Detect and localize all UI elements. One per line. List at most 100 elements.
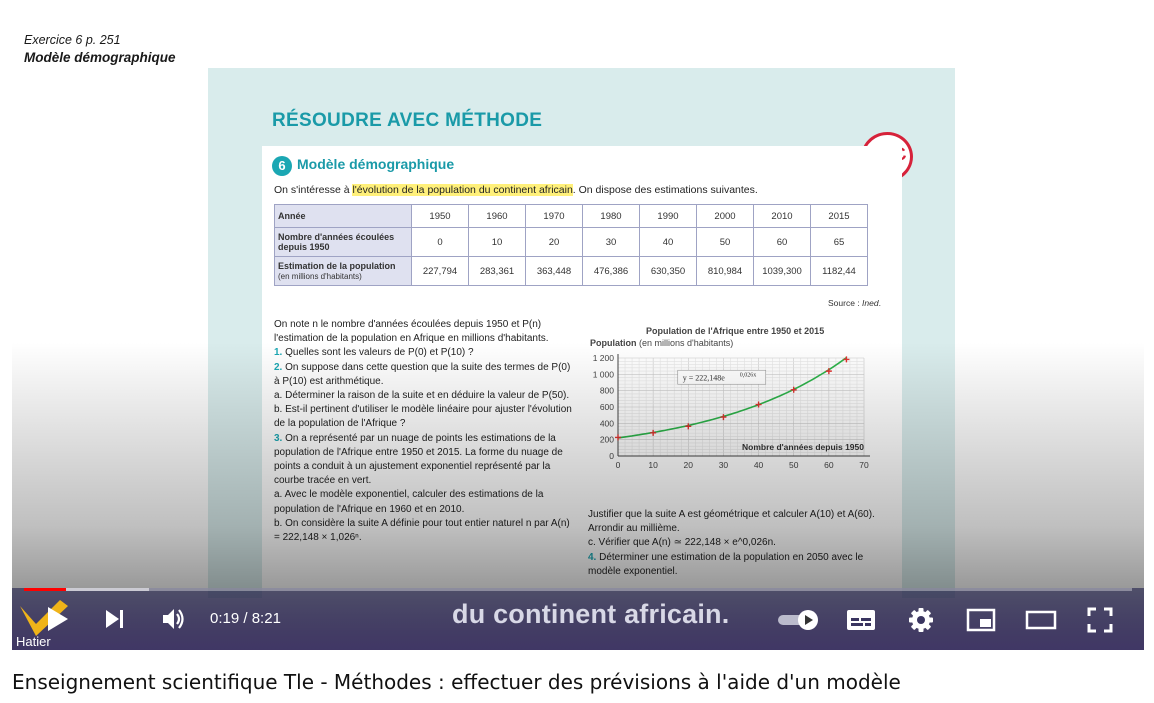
exercise-content: 6 Modèle démographique On s'intéresse à … <box>262 146 902 598</box>
table-cell: 10 <box>468 227 526 257</box>
statement: On note n le nombre d'années écoulées de… <box>274 319 549 345</box>
played-bar <box>24 588 67 591</box>
table-cell: 1950 <box>411 204 469 228</box>
question-4: 4. Déterminer une estimation de la popul… <box>588 551 864 577</box>
table-cell: 363,448 <box>525 256 583 286</box>
questions-right: Justifier que la suite A est géométrique… <box>588 508 888 579</box>
table-cell: 283,361 <box>468 256 526 286</box>
next-icon <box>106 610 123 628</box>
question-3a: a. Avec le modèle exponentiel, calculer … <box>274 489 544 515</box>
table-cell: 1960 <box>468 204 526 228</box>
chart-svg: 0 10 20 30 40 50 60 70 0 200 400 600 800 1 000 1 200 No… <box>593 353 870 470</box>
data-table: Année 1950 1960 1970 1980 1990 2000 2010… <box>274 204 868 286</box>
volume-icon <box>163 609 184 629</box>
questions-left: On note n le nombre d'années écoulées de… <box>274 318 572 545</box>
population-chart: Population de l'Afrique entre 1950 et 20… <box>586 326 886 486</box>
highlighted-text: l'évolution de la population du continen… <box>352 184 573 196</box>
table-cell: 30 <box>582 227 640 257</box>
table-cell: 1970 <box>525 204 583 228</box>
exercise-name: Modèle démographique <box>24 50 176 65</box>
row-header: Estimation de la population (en millions … <box>274 256 412 286</box>
x-tick-label: 10 <box>648 460 658 470</box>
x-tick-label: 60 <box>824 460 834 470</box>
intro-text: On s'intéresse à l'évolution de la popul… <box>274 184 758 196</box>
y-tick-label: 0 <box>609 451 614 461</box>
x-axis-label: Nombre d'années depuis 1950 <box>742 442 864 452</box>
data-point <box>755 401 762 408</box>
table-cell: 1039,300 <box>753 256 811 286</box>
table-row: Estimation de la population (en millions … <box>274 256 868 286</box>
progress-bar[interactable] <box>24 588 1132 591</box>
statement-continued: Justifier que la suite A est géométrique… <box>588 509 875 535</box>
source-note: Source : Ined. <box>828 298 881 308</box>
exercise-label: Exercice 6 p. 251 Modèle démographique <box>24 32 176 67</box>
exercise-number: 6 <box>272 156 292 176</box>
table-cell: 476,386 <box>582 256 640 286</box>
question-1: 1. Quelles sont les valeurs de P(0) et P… <box>274 347 474 359</box>
table-cell: 40 <box>639 227 697 257</box>
player-controls: Hatier 0:19 / 8:21 du continent africain… <box>12 588 1144 650</box>
data-point <box>650 429 657 436</box>
x-tick-label: 70 <box>859 460 869 470</box>
table-cell: 810,984 <box>696 256 754 286</box>
time-display: 0:19 / 8:21 <box>210 610 281 627</box>
volume-button[interactable] <box>161 606 187 637</box>
fullscreen-icon <box>1087 607 1113 633</box>
table-cell: 1182,44 <box>810 256 868 286</box>
row-header: Nombre d'années écoulées depuis 1950 <box>274 227 412 257</box>
table-cell: 20 <box>525 227 583 257</box>
video-player[interactable]: Exercice 6 p. 251 Modèle démographique R… <box>12 12 1144 650</box>
subtitle-caption: du continent africain. <box>452 599 730 629</box>
subtitles-button[interactable] <box>846 608 876 637</box>
play-icon <box>48 607 68 631</box>
table-cell: 2015 <box>810 204 868 228</box>
question-3: 3. On a représenté par un nuage de point… <box>274 432 563 487</box>
table-cell: 1980 <box>582 204 640 228</box>
chart-ylabel: Population (en millions d'habitants) <box>590 338 734 348</box>
y-tick-label: 1 000 <box>593 369 615 379</box>
table-cell: 1990 <box>639 204 697 228</box>
miniplayer-button[interactable] <box>966 608 996 637</box>
x-tick-label: 30 <box>719 460 729 470</box>
question-2: 2. On suppose dans cette question que la… <box>274 361 571 387</box>
question-3b: b. On considère la suite A définie pour … <box>274 517 570 544</box>
x-tick-label: 0 <box>616 460 621 470</box>
miniplayer-icon <box>966 608 996 632</box>
settings-button[interactable] <box>908 607 934 638</box>
question-2b: b. Est-il pertinent d'utiliser le modèle… <box>274 404 572 430</box>
y-tick-label: 600 <box>600 402 614 412</box>
question-3c: c. Vérifier que A(n) ≃ 222,148 × e^0,026… <box>588 537 776 549</box>
banner-title: RÉSOUDRE AVEC MÉTHODE <box>272 110 543 131</box>
table-cell: 50 <box>696 227 754 257</box>
exercise-ref: Exercice 6 p. 251 <box>24 33 121 47</box>
table-cell: 60 <box>753 227 811 257</box>
play-button[interactable] <box>46 606 70 637</box>
equation-exponent: 0,026x <box>740 372 757 378</box>
table-cell: 65 <box>810 227 868 257</box>
x-tick-label: 40 <box>754 460 764 470</box>
table-cell: 227,794 <box>411 256 469 286</box>
table-cell: 0 <box>411 227 469 257</box>
row-header: Année <box>274 204 412 228</box>
y-tick-label: 1 200 <box>593 353 615 363</box>
subtitles-icon <box>847 610 875 630</box>
next-button[interactable] <box>104 608 126 635</box>
chart-title: Population de l'Afrique entre 1950 et 20… <box>646 326 825 336</box>
theater-icon <box>1025 610 1057 630</box>
exercise-title: Modèle démographique <box>297 156 455 172</box>
settings-icon <box>909 608 933 632</box>
theater-button[interactable] <box>1025 608 1057 637</box>
textbook-page: RÉSOUDRE AVEC MÉTHODE BAC 6 Modèle démog… <box>208 68 955 598</box>
table-row: Année 1950 1960 1970 1980 1990 2000 2010… <box>274 204 868 228</box>
x-tick-label: 20 <box>684 460 694 470</box>
equation-label: y = 222,148e <box>683 373 726 382</box>
y-tick-label: 800 <box>600 386 614 396</box>
table-cell: 630,350 <box>639 256 697 286</box>
x-tick-label: 50 <box>789 460 799 470</box>
fit-curve <box>617 357 847 439</box>
fullscreen-button[interactable] <box>1087 607 1113 638</box>
y-tick-label: 200 <box>600 435 614 445</box>
autoplay-toggle[interactable] <box>776 608 822 637</box>
question-2a: a. Déterminer la raison de la suite et e… <box>274 390 570 402</box>
table-row: Nombre d'années écoulées depuis 1950 0 1… <box>274 227 868 257</box>
